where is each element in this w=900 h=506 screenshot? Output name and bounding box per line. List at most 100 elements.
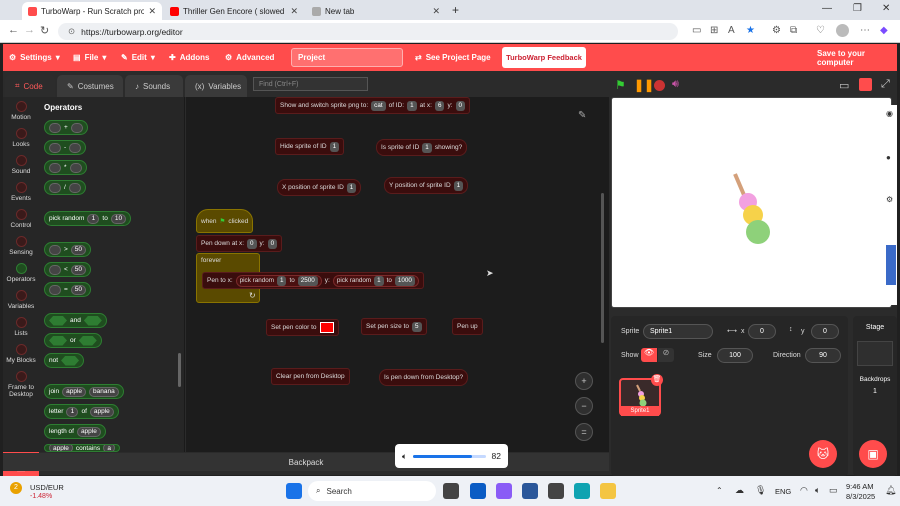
slot[interactable] [49,162,61,173]
slot[interactable]: apple [89,406,114,417]
slot[interactable]: 1 [453,180,464,191]
category-frame-to-desktop[interactable]: Frame to Desktop [3,371,39,398]
slot[interactable] [68,182,81,193]
size-input[interactable]: 100 [717,348,753,363]
more-menu-icon[interactable]: ⋯ [860,25,870,36]
multiply-block[interactable]: * [44,160,87,175]
ticker-name[interactable]: USD/EUR [30,483,64,492]
settings-menu[interactable]: ⚙ Settings ▾ [9,44,60,71]
pen-up-block[interactable]: Pen up [452,318,483,335]
slot[interactable]: 1 [422,142,432,153]
close-tab-icon[interactable]: ✕ [290,6,298,17]
mute-speaker-icon[interactable]: 🔊︎ [672,78,679,91]
taskbar-search-box[interactable]: ⌕ Search [308,481,436,501]
show-hidden-icons-chevron-icon[interactable]: ⌃ [716,486,723,495]
boolean-slot[interactable] [49,315,67,326]
notification-bell-icon[interactable]: 🔔︎ [885,485,896,496]
fullscreen-icon[interactable]: ⤢ [881,78,890,91]
category-control[interactable]: Control [3,209,39,229]
slot[interactable] [69,142,82,153]
task-view-icon[interactable] [443,483,459,499]
health-icon[interactable]: ♡ [816,25,825,36]
slot[interactable]: 0 [267,238,278,249]
slot[interactable]: apple [49,445,73,451]
choose-backdrop-button[interactable]: ▣ [859,440,887,468]
less-than-block[interactable]: <50 [44,262,92,277]
not-block[interactable]: not [44,353,85,368]
battery-icon[interactable]: ▭ [829,485,838,496]
slot[interactable] [49,244,61,255]
category-sensing[interactable]: Sensing [3,236,39,256]
boolean-slot[interactable] [83,315,102,326]
large-stage-icon[interactable] [859,78,872,91]
choose-sprite-button[interactable]: 🐱︎ [809,440,837,468]
pick-random-reporter[interactable]: pick random 1 to 1000 [332,274,419,287]
is-sprite-showing-block[interactable]: Is sprite of ID 1 showing? [376,139,468,156]
slot[interactable]: 1 [407,100,417,111]
tab-turbowarp[interactable]: TurboWarp - Run Scratch project ✕ [22,2,162,20]
slot[interactable]: cat [371,100,386,111]
pause-icon[interactable]: ❚❚ [634,78,654,92]
start-windows-icon[interactable] [286,483,302,499]
backpack-bar[interactable]: Backpack [3,453,609,471]
mic-tray-icon[interactable]: 🎙︎ [755,485,766,496]
cast-icon[interactable]: ▭ [692,25,701,36]
wifi-icon[interactable]: ◠ [800,485,808,496]
zoom-out-button[interactable]: − [575,397,593,415]
slot[interactable]: 1 [87,213,100,224]
slot[interactable]: 50 [70,244,87,255]
category-lists[interactable]: Lists [3,317,39,337]
palette-scrollbar[interactable] [178,353,181,387]
delete-sprite-icon[interactable]: 🗑︎ [651,374,663,386]
hide-sprite-block[interactable]: Hide sprite of ID 1 [275,138,345,155]
slot[interactable]: 1 [329,141,340,152]
edge-icon[interactable] [574,483,590,499]
project-title-input[interactable]: Project [291,48,403,67]
save-button[interactable]: Save to your computer [817,44,897,71]
or-block[interactable]: or [44,333,102,348]
slot[interactable] [69,162,82,173]
slot[interactable]: 1 [346,182,357,193]
file-menu[interactable]: ▤ File ▾ [73,44,106,71]
profile-avatar[interactable] [836,24,849,37]
pick-random-block[interactable]: pick random 1 to 10 [44,211,132,226]
new-tab-button[interactable]: + [452,3,459,17]
slot[interactable]: apple [62,386,87,397]
refresh-icon[interactable]: ↻ [40,24,49,37]
slot[interactable] [49,122,61,133]
feedback-button[interactable]: TurboWarp Feedback [502,47,586,68]
read-aloud-icon[interactable]: A [728,25,735,36]
copilot-app-icon[interactable] [496,483,512,499]
clock-time[interactable]: 9:46 AM [846,482,874,491]
url-field[interactable]: ⊙ https://turbowarp.org/editor [58,23,678,40]
divide-block[interactable]: / [44,180,86,195]
see-project-page-button[interactable]: ⇄ See Project Page [415,44,491,71]
slot[interactable]: 0 [455,100,466,111]
clock-date[interactable]: 8/3/2025 [846,492,875,501]
when-flag-clicked-hat-block[interactable]: when ⚑ clicked [196,209,254,233]
category-sound[interactable]: Sound [3,155,39,175]
stop-icon[interactable] [654,80,665,91]
workspace-scrollbar[interactable] [601,193,604,343]
pen-to-block[interactable]: Pen to x: pick random 1 to 2500 y: pick random… [202,272,424,289]
add-block[interactable]: + [44,120,88,135]
stage-thumbnail[interactable] [857,341,893,366]
slot[interactable]: 5 [412,321,422,332]
tab-code[interactable]: ⌗ Code [5,75,55,97]
slot[interactable]: 0 [247,238,257,249]
clear-pen-block[interactable]: Clear pen from Desktop [271,368,350,385]
addons-menu[interactable]: ✚ Addons [169,44,209,71]
boolean-slot[interactable] [49,335,67,346]
sprite-name-input[interactable]: Sprite1 [643,324,713,339]
settings-icon[interactable]: ⚙ [886,195,893,204]
pen-color-swatch[interactable] [319,322,334,333]
maximize-icon[interactable]: ❐ [853,3,862,14]
slot[interactable]: 50 [70,284,87,295]
minimize-icon[interactable]: — [822,3,832,14]
slot[interactable]: 6 [434,100,445,111]
collections-icon[interactable]: ⧉ [790,25,797,36]
slot[interactable] [49,284,61,295]
slot[interactable] [49,264,61,275]
slot[interactable]: 10 [110,213,127,224]
category-looks[interactable]: Looks [3,128,39,148]
